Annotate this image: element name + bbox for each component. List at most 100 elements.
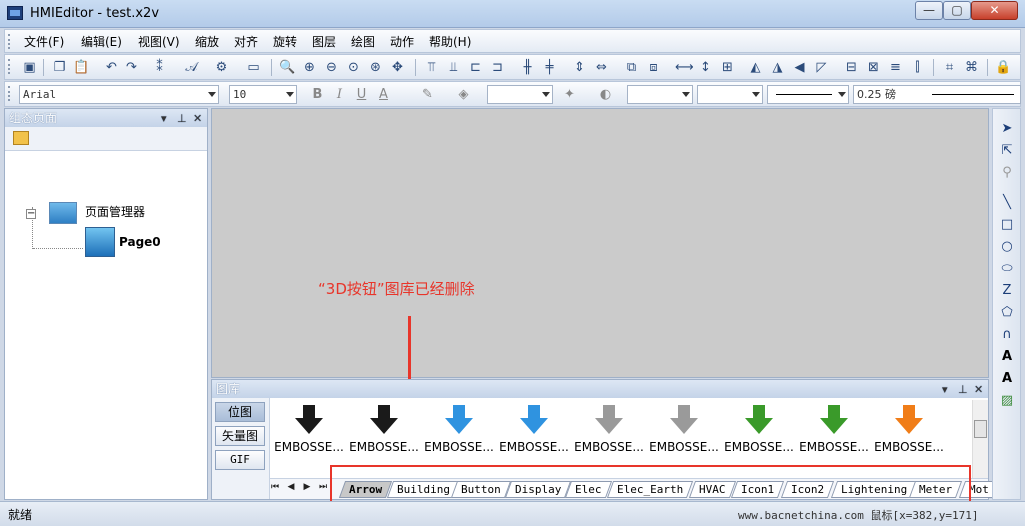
save-icon[interactable]: ▣ bbox=[21, 59, 38, 76]
rectangle-tool-icon[interactable]: □ bbox=[999, 217, 1015, 233]
prev-tab-icon[interactable]: ◀ bbox=[286, 482, 296, 492]
dash-select[interactable] bbox=[697, 85, 763, 104]
menu-view[interactable]: 视图(V) bbox=[135, 33, 183, 50]
first-tab-icon[interactable]: ⏮ bbox=[270, 482, 280, 492]
category-vector[interactable]: 矢量图 bbox=[215, 426, 265, 446]
category-bitmap[interactable]: 位图 bbox=[215, 402, 265, 422]
line-type-select[interactable] bbox=[767, 85, 849, 104]
align-center-v-icon[interactable]: ╫ bbox=[519, 59, 536, 76]
space-v-icon[interactable]: ↕ bbox=[697, 59, 714, 76]
menu-align[interactable]: 对齐 bbox=[231, 33, 261, 50]
bold-button[interactable]: B bbox=[309, 86, 326, 103]
minimize-button[interactable]: — bbox=[915, 1, 943, 20]
pin-tool-icon[interactable]: ⚲ bbox=[999, 165, 1015, 181]
line-width-select[interactable]: 0.25 磅 bbox=[853, 85, 1021, 104]
order-forward-icon[interactable]: ≡ bbox=[887, 59, 904, 76]
line-style-select[interactable] bbox=[487, 85, 553, 104]
pan-icon[interactable]: ✥ bbox=[389, 59, 406, 76]
close-icon[interactable]: ✕ bbox=[193, 110, 202, 128]
menu-action[interactable]: 动作 bbox=[387, 33, 417, 50]
font-color-button[interactable]: A bbox=[375, 86, 392, 103]
same-height-icon[interactable]: ⇕ bbox=[571, 59, 588, 76]
rotate-right-icon[interactable]: ◸ bbox=[813, 59, 830, 76]
design-canvas[interactable] bbox=[211, 108, 989, 378]
library-item[interactable]: EMBOSSE... bbox=[872, 400, 946, 460]
menu-zoom[interactable]: 缩放 bbox=[192, 33, 222, 50]
last-tab-icon[interactable]: ⏭ bbox=[318, 482, 328, 492]
close-icon[interactable]: ✕ bbox=[974, 381, 983, 399]
undo-icon[interactable]: ↶ bbox=[103, 59, 120, 76]
zoom-in-icon[interactable]: ⊕ bbox=[301, 59, 318, 76]
grip-icon[interactable] bbox=[8, 59, 11, 74]
node-select-icon[interactable]: ⇱ bbox=[999, 143, 1015, 159]
line-tool-icon[interactable]: ╲ bbox=[999, 195, 1015, 211]
arc-tool-icon[interactable]: ∩ bbox=[999, 327, 1015, 343]
tree-page-label[interactable]: Page0 bbox=[119, 235, 161, 249]
polyline-tool-icon[interactable]: Z bbox=[999, 283, 1015, 299]
properties-icon[interactable]: ⚙ bbox=[213, 59, 230, 76]
fill-style-select[interactable] bbox=[627, 85, 693, 104]
menu-draw[interactable]: 绘图 bbox=[348, 33, 378, 50]
zoom-out-icon[interactable]: ⊖ bbox=[323, 59, 340, 76]
space-h-icon[interactable]: ⟷ bbox=[675, 59, 694, 76]
library-item[interactable]: EMBOSSE... bbox=[797, 400, 871, 460]
fill-color-icon[interactable]: ◈ bbox=[455, 86, 472, 103]
pin-icon[interactable]: ⊥ bbox=[958, 381, 968, 399]
copy-icon[interactable]: ❐ bbox=[51, 59, 68, 76]
align-right-icon[interactable]: ⊐ bbox=[489, 59, 506, 76]
maximize-button[interactable]: ▢ bbox=[943, 1, 971, 20]
library-item[interactable]: EMBOSSE... bbox=[347, 400, 421, 460]
underline-button[interactable]: U bbox=[353, 86, 370, 103]
menu-layer[interactable]: 图层 bbox=[309, 33, 339, 50]
text-tool-icon[interactable]: A bbox=[999, 349, 1015, 365]
same-width-icon[interactable]: ⇔ bbox=[593, 59, 610, 76]
library-item[interactable]: EMBOSSE... bbox=[497, 400, 571, 460]
menu-rotate[interactable]: 旋转 bbox=[270, 33, 300, 50]
ellipse-tool-icon[interactable]: ⬭ bbox=[999, 261, 1015, 277]
redo-icon[interactable]: ↷ bbox=[123, 59, 140, 76]
menu-file[interactable]: 文件(F) bbox=[21, 33, 67, 50]
line-color-icon[interactable]: ✎ bbox=[419, 86, 436, 103]
rich-text-tool-icon[interactable]: A bbox=[999, 371, 1015, 387]
library-item[interactable]: EMBOSSE... bbox=[572, 400, 646, 460]
grid-icon[interactable]: ⌗ bbox=[941, 59, 958, 76]
grip-icon[interactable] bbox=[8, 34, 11, 49]
font-size-select[interactable]: 10 bbox=[229, 85, 297, 104]
dropdown-icon[interactable]: ▾ bbox=[161, 110, 167, 128]
circle-tool-icon[interactable]: ○ bbox=[999, 239, 1015, 255]
tree-root-label[interactable]: 页面管理器 bbox=[85, 203, 145, 220]
order-front-icon[interactable]: ⊟ bbox=[843, 59, 860, 76]
numbering-icon[interactable]: ⁑ bbox=[151, 59, 168, 76]
ungroup-icon[interactable]: ⧈ bbox=[645, 59, 662, 76]
paste-icon[interactable]: 📋 bbox=[73, 59, 90, 76]
zoom-fit-icon[interactable]: ⊙ bbox=[345, 59, 362, 76]
menu-help[interactable]: 帮助(H) bbox=[426, 33, 474, 50]
order-back-icon[interactable]: ⊠ bbox=[865, 59, 882, 76]
center-icon[interactable]: ⊞ bbox=[719, 59, 736, 76]
align-left-icon[interactable]: ⊏ bbox=[467, 59, 484, 76]
category-gif[interactable]: GIF bbox=[215, 450, 265, 470]
next-tab-icon[interactable]: ▶ bbox=[302, 482, 312, 492]
collapse-icon[interactable]: − bbox=[26, 209, 36, 219]
zoom-icon[interactable]: 🔍 bbox=[279, 59, 296, 76]
grip-icon[interactable] bbox=[8, 86, 11, 101]
align-top-icon[interactable]: ⫪ bbox=[423, 59, 440, 76]
dropdown-icon[interactable]: ▾ bbox=[942, 381, 948, 399]
scroll-thumb[interactable] bbox=[974, 420, 987, 438]
italic-button[interactable]: I bbox=[331, 86, 348, 103]
font-select[interactable]: Arial bbox=[19, 85, 219, 104]
library-scrollbar[interactable] bbox=[972, 400, 988, 478]
align-center-h-icon[interactable]: ╪ bbox=[541, 59, 558, 76]
zoom-area-icon[interactable]: ⊛ bbox=[367, 59, 384, 76]
flip-h-icon[interactable]: ◭ bbox=[747, 59, 764, 76]
group-icon[interactable]: ⧉ bbox=[623, 59, 640, 76]
pin-icon[interactable]: ⊥ bbox=[177, 110, 187, 128]
flip-v-icon[interactable]: ◮ bbox=[769, 59, 786, 76]
rotate-left-icon[interactable]: ◀ bbox=[791, 59, 808, 76]
library-item[interactable]: EMBOSSE... bbox=[647, 400, 721, 460]
shadow-icon[interactable]: ✦ bbox=[561, 86, 578, 103]
gradient-icon[interactable]: ◐ bbox=[597, 86, 614, 103]
image-tool-icon[interactable]: ▨ bbox=[999, 393, 1015, 409]
library-item[interactable]: EMBOSSE... bbox=[722, 400, 796, 460]
menu-edit[interactable]: 编辑(E) bbox=[78, 33, 125, 50]
